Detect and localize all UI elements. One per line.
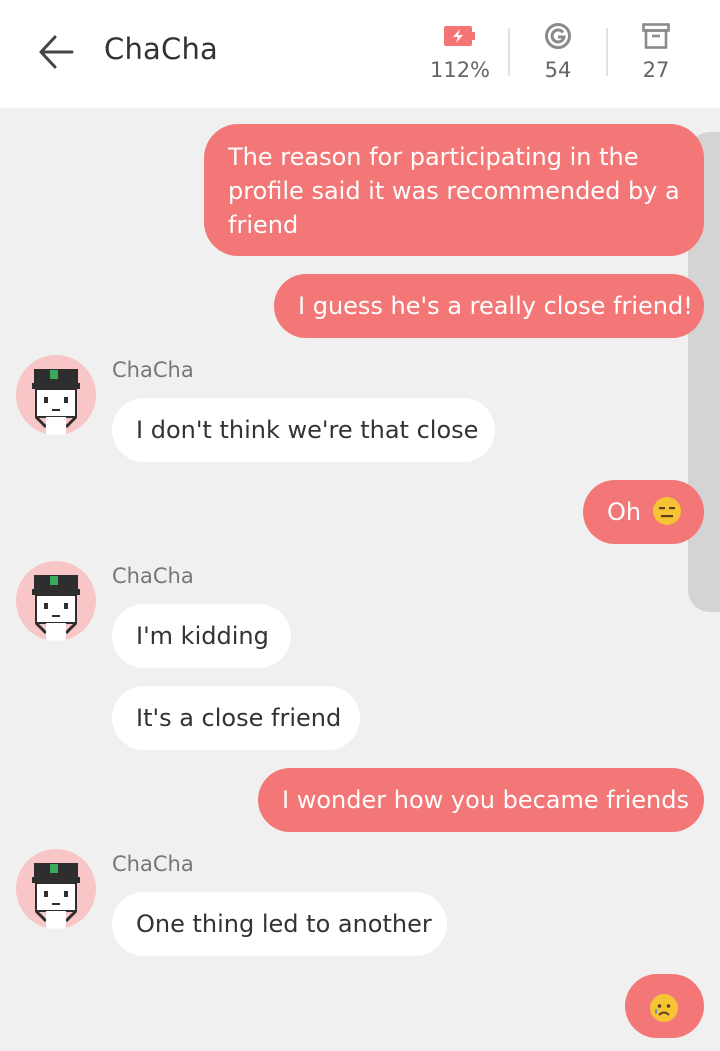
chat-header: ChaCha 112% 54 27 bbox=[0, 0, 720, 108]
stat-divider bbox=[606, 28, 608, 76]
message-bubble-sent bbox=[625, 974, 704, 1038]
pixel-boy-avatar-icon bbox=[32, 369, 80, 435]
message-bubble-sent: Oh bbox=[583, 480, 704, 544]
sender-name: ChaCha bbox=[112, 852, 194, 876]
g-coin-value: 54 bbox=[544, 58, 572, 82]
back-button[interactable] bbox=[30, 28, 82, 76]
sender-name: ChaCha bbox=[112, 358, 194, 382]
battery-charging-icon bbox=[444, 26, 475, 46]
message-bubble-received: I don't think we're that close bbox=[112, 398, 495, 462]
sad-sweat-face-icon bbox=[650, 994, 678, 1022]
avatar[interactable] bbox=[16, 561, 96, 641]
chat-title: ChaCha bbox=[104, 32, 218, 66]
battery-stat[interactable]: 112% bbox=[415, 20, 505, 82]
message-bubble-sent: I wonder how you became friends bbox=[258, 768, 704, 832]
message-bubble-received: I'm kidding bbox=[112, 604, 291, 668]
message-text: Oh bbox=[607, 498, 642, 526]
archive-value: 27 bbox=[642, 58, 670, 82]
archive-box-icon bbox=[642, 23, 670, 49]
battery-value: 112% bbox=[429, 58, 491, 82]
avatar[interactable] bbox=[16, 849, 96, 929]
sender-name: ChaCha bbox=[112, 564, 194, 588]
message-bubble-received: One thing led to another bbox=[112, 892, 447, 956]
expressionless-face-icon bbox=[652, 497, 681, 525]
avatar[interactable] bbox=[16, 355, 96, 435]
pixel-boy-avatar-icon bbox=[32, 575, 80, 641]
pixel-boy-avatar-icon bbox=[32, 863, 80, 929]
message-bubble-sent: I guess he's a really close friend! bbox=[274, 274, 704, 338]
g-coin-icon bbox=[545, 23, 571, 49]
message-bubble-sent: The reason for participating in the prof… bbox=[204, 124, 704, 256]
archive-stat[interactable]: 27 bbox=[611, 20, 701, 82]
arrow-left-icon bbox=[39, 35, 74, 69]
stat-divider bbox=[508, 28, 510, 76]
g-coin-stat[interactable]: 54 bbox=[513, 20, 603, 82]
message-bubble-received: It's a close friend bbox=[112, 686, 360, 750]
